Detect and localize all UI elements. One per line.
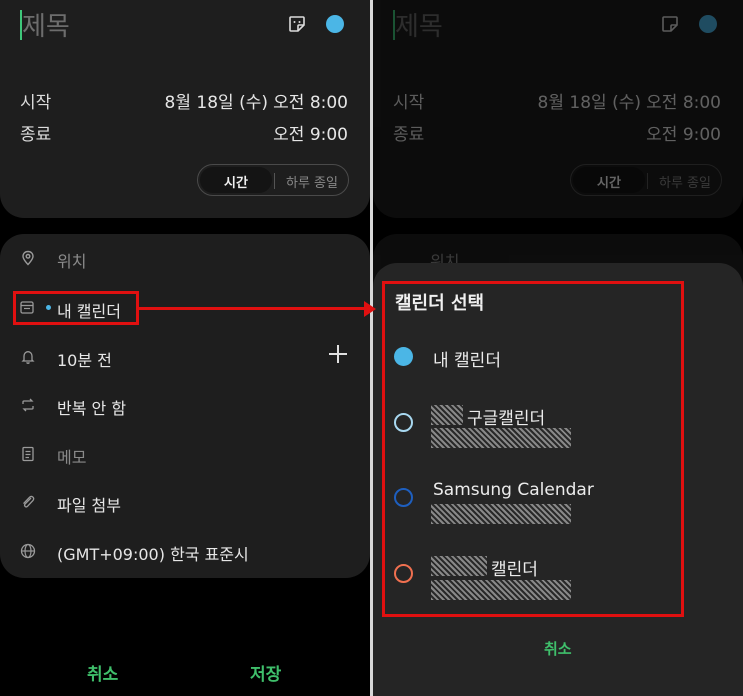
toggle-divider-dimmed	[647, 173, 648, 189]
reminder-field[interactable]: 10분 전	[57, 347, 112, 371]
start-time-dimmed: 오전 8:00	[646, 93, 721, 113]
event-color-dot-dimmed	[699, 15, 717, 33]
event-color-picker[interactable]	[326, 15, 344, 33]
end-time-dimmed: 오전 9:00	[646, 125, 721, 145]
toggle-allday-option[interactable]: 하루 종일	[276, 172, 348, 191]
end-label-dimmed: 종료	[393, 125, 425, 145]
end-label: 종료	[20, 125, 52, 145]
cancel-button[interactable]: 취소	[87, 660, 118, 685]
memo-field[interactable]: 메모	[57, 444, 86, 468]
location-pin-icon	[22, 250, 34, 266]
toggle-allday-option-dimmed: 하루 종일	[659, 176, 711, 191]
event-time-card-dimmed: 제목 시작 8월 18일 (수) 오전 8:00 종료 오전 9:00 시간 하…	[373, 0, 743, 218]
event-title-input[interactable]: 제목	[22, 6, 70, 43]
event-details-card	[0, 234, 370, 578]
timezone-field[interactable]: (GMT+09:00) 한국 표준시	[57, 541, 249, 565]
toggle-divider	[274, 173, 275, 189]
highlight-box-calendar-list	[382, 281, 684, 617]
toggle-time-option-dimmed: 시간	[597, 176, 621, 191]
start-date[interactable]: 8월 18일 (수)	[160, 88, 268, 113]
toggle-time-option[interactable]: 시간	[200, 172, 272, 191]
sheet-cancel-button[interactable]: 취소	[544, 638, 572, 659]
sticker-icon-dimmed	[662, 16, 678, 32]
event-editor-screen: 제목 시작 8월 18일 (수) 오전 8:00 종료 오전 9:00 시간 하…	[0, 0, 370, 696]
event-time-card: 제목 시작 8월 18일 (수) 오전 8:00 종료 오전 9:00 시간 하…	[0, 0, 370, 218]
repeat-field[interactable]: 반복 안 함	[57, 395, 126, 419]
attachment-field[interactable]: 파일 첨부	[57, 492, 121, 516]
annotation-arrow-head	[364, 301, 376, 317]
globe-icon	[20, 543, 36, 559]
time-allday-toggle: 시간 하루 종일	[197, 164, 349, 196]
event-title-input-dimmed: 제목	[395, 12, 443, 42]
memo-icon	[22, 446, 34, 462]
location-field[interactable]: 위치	[57, 248, 86, 272]
repeat-icon	[22, 398, 34, 412]
sticker-icon[interactable]	[287, 14, 307, 34]
start-time[interactable]: 오전 8:00	[272, 88, 348, 113]
highlight-box-calendar	[13, 291, 139, 325]
paperclip-icon	[23, 495, 35, 508]
annotation-arrow-line	[139, 307, 367, 310]
start-date-dimmed: 8월 18일 (수)	[537, 93, 641, 113]
start-label-dimmed: 시작	[393, 93, 425, 113]
start-label: 시작	[20, 93, 52, 113]
bell-icon	[21, 351, 35, 364]
end-time[interactable]: 오전 9:00	[272, 120, 348, 145]
calendar-select-screen: 제목 시작 8월 18일 (수) 오전 8:00 종료 오전 9:00 시간 하…	[373, 0, 743, 696]
add-reminder-plus-icon[interactable]	[328, 344, 348, 364]
time-allday-toggle-dimmed: 시간 하루 종일	[570, 164, 722, 196]
save-button[interactable]: 저장	[250, 660, 281, 685]
